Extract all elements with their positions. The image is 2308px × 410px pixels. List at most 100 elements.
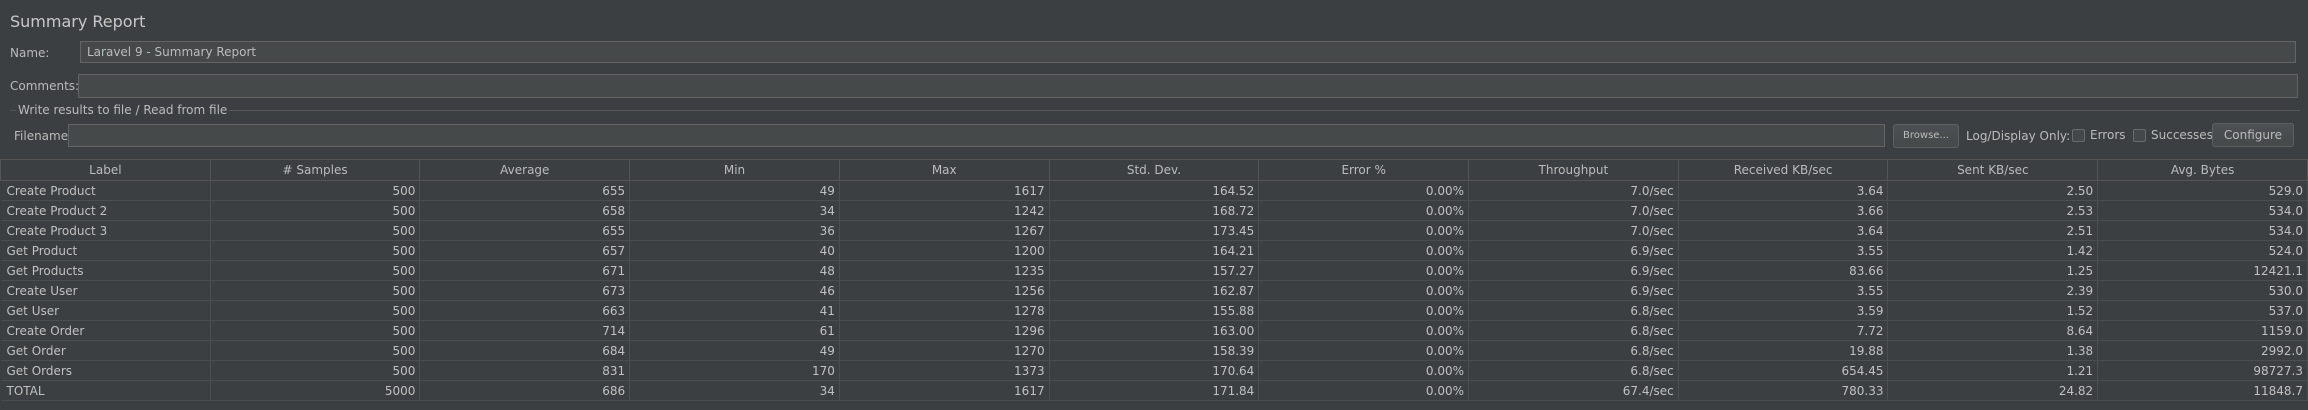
table-total-row[interactable]: TOTAL 5000 686 34 1617 171.84 0.00% 67.4/sec 780…	[0, 380, 2308, 401]
table-cell: 1.52	[1887, 300, 2099, 321]
table-cell: 0.00%	[1258, 300, 1470, 321]
comments-label: Comments:	[10, 79, 80, 93]
column-header-throughput[interactable]: Throughput	[1468, 159, 1679, 181]
table-cell: 0.00%	[1258, 360, 1470, 381]
table-cell: Create Product 3	[0, 220, 211, 241]
table-cell: Create User	[0, 280, 211, 301]
column-header-label[interactable]: Label	[0, 159, 211, 181]
table-cell: 0.00%	[1258, 180, 1470, 201]
table-cell: 529.0	[2097, 180, 2308, 201]
table-cell: 168.72	[1049, 200, 1260, 221]
table-cell: 7.0/sec	[1468, 220, 1679, 241]
table-row[interactable]: Get Product 500 657 40 1200 164.21 0.00% 6.9/se…	[0, 240, 2308, 261]
table-row[interactable]: Create Product 2 500 658 34 1242 168.72 0.00% 7…	[0, 200, 2308, 221]
table-cell: 6.8/sec	[1468, 320, 1679, 341]
errors-label: Errors	[2090, 128, 2126, 142]
column-header-avg-bytes[interactable]: Avg. Bytes	[2097, 159, 2308, 181]
table-row[interactable]: Get Order 500 684 49 1270 158.39 0.00% 6.8/sec 1…	[0, 340, 2308, 361]
table-cell: 3.64	[1678, 180, 1889, 201]
table-cell: 1.21	[1887, 360, 2099, 381]
column-header-received[interactable]: Received KB/sec	[1677, 159, 1889, 181]
table-cell: 2992.0	[2097, 340, 2308, 361]
table-cell: 6.8/sec	[1468, 360, 1679, 381]
table-cell: 500	[210, 180, 421, 201]
column-header-max[interactable]: Max	[838, 159, 1050, 181]
table-cell: 6.9/sec	[1468, 280, 1679, 301]
table-cell: 2.39	[1887, 280, 2099, 301]
table-cell: 34	[629, 200, 840, 221]
table-cell: 1235	[839, 260, 1050, 281]
table-cell: 780.33	[1678, 380, 1889, 401]
table-cell: 3.66	[1678, 200, 1889, 221]
browse-button[interactable]: Browse...	[1893, 124, 1959, 148]
table-cell: 1373	[839, 360, 1050, 381]
table-cell: 6.8/sec	[1468, 300, 1679, 321]
table-cell: 1617	[839, 380, 1050, 401]
table-cell: 2.53	[1887, 200, 2099, 221]
table-cell: 1617	[839, 180, 1050, 201]
configure-button[interactable]: Configure	[2212, 123, 2294, 147]
name-field[interactable]: Laravel 9 - Summary Report	[80, 41, 2296, 63]
table-cell: 3.55	[1678, 240, 1889, 261]
table-cell: 684	[419, 340, 631, 361]
successes-checkbox[interactable]	[2133, 129, 2146, 142]
table-cell: 500	[210, 240, 421, 261]
table-cell: 1.38	[1887, 340, 2099, 361]
column-header-min[interactable]: Min	[629, 159, 840, 181]
table-cell: 8.64	[1887, 320, 2099, 341]
column-header-sent[interactable]: Sent KB/sec	[1887, 159, 2099, 181]
table-cell: Create Product	[0, 180, 211, 201]
table-cell: 163.00	[1049, 320, 1260, 341]
table-cell: 164.21	[1049, 240, 1260, 261]
table-cell: Get Product	[0, 240, 211, 261]
table-row[interactable]: Create Order 500 714 61 1296 163.00 0.00% 6.8/s…	[0, 320, 2308, 341]
table-row[interactable]: Get Orders 500 831 170 1373 170.64 0.00% 6.8/se…	[0, 360, 2308, 381]
table-cell: 24.82	[1887, 380, 2099, 401]
table-cell: 158.39	[1049, 340, 1260, 361]
table-cell: 2.51	[1887, 220, 2099, 241]
table-cell: 36	[629, 220, 840, 241]
column-header-samples[interactable]: # Samples	[209, 159, 421, 181]
table-cell: Get User	[0, 300, 211, 321]
group-divider	[10, 110, 2300, 111]
table-cell: 6.8/sec	[1468, 340, 1679, 361]
table-cell: 170.64	[1049, 360, 1260, 381]
table-row[interactable]: Create Product 3 500 655 36 1267 173.45 0.00% 7…	[0, 220, 2308, 241]
table-cell: 164.52	[1049, 180, 1260, 201]
table-cell: 0.00%	[1258, 320, 1470, 341]
table-row[interactable]: Create User 500 673 46 1256 162.87 0.00% 6.9/se…	[0, 280, 2308, 301]
table-cell: 11848.7	[2097, 380, 2308, 401]
column-header-std-dev[interactable]: Std. Dev.	[1048, 159, 1260, 181]
table-cell: 6.9/sec	[1468, 260, 1679, 281]
table-cell: 3.64	[1678, 220, 1889, 241]
table-cell: 534.0	[2097, 200, 2308, 221]
table-cell: 7.0/sec	[1468, 180, 1679, 201]
table-cell: Create Order	[0, 320, 211, 341]
table-cell: 1296	[839, 320, 1050, 341]
table-row[interactable]: Get Products 500 671 48 1235 157.27 0.00% 6.9/s…	[0, 260, 2308, 281]
table-cell: 19.88	[1678, 340, 1889, 361]
table-row[interactable]: Get User 500 663 41 1278 155.88 0.00% 6.8/sec 3.…	[0, 300, 2308, 321]
comments-field[interactable]	[78, 74, 2298, 98]
filename-field[interactable]	[68, 124, 1885, 147]
errors-checkbox[interactable]	[2072, 129, 2085, 142]
table-cell: 0.00%	[1258, 280, 1470, 301]
table-cell: 673	[419, 280, 631, 301]
table-cell: 655	[419, 220, 631, 241]
table-cell: 1.42	[1887, 240, 2099, 261]
table-cell: 663	[419, 300, 631, 321]
table-row[interactable]: Create Product 500 655 49 1617 164.52 0.00% 7.0…	[0, 180, 2308, 201]
summary-table: Label # Samples Average Min Max Std. Dev…	[0, 159, 2308, 401]
table-cell: 2.50	[1887, 180, 2099, 201]
table-cell: 1278	[839, 300, 1050, 321]
table-cell: 48	[629, 260, 840, 281]
table-cell: 530.0	[2097, 280, 2308, 301]
column-header-average[interactable]: Average	[419, 159, 631, 181]
table-cell: 34	[629, 380, 840, 401]
table-cell: 155.88	[1049, 300, 1260, 321]
table-cell: 500	[210, 320, 421, 341]
table-cell: 40	[629, 240, 840, 261]
table-cell: 654.45	[1678, 360, 1889, 381]
column-header-error[interactable]: Error %	[1258, 159, 1470, 181]
table-cell: 500	[210, 280, 421, 301]
